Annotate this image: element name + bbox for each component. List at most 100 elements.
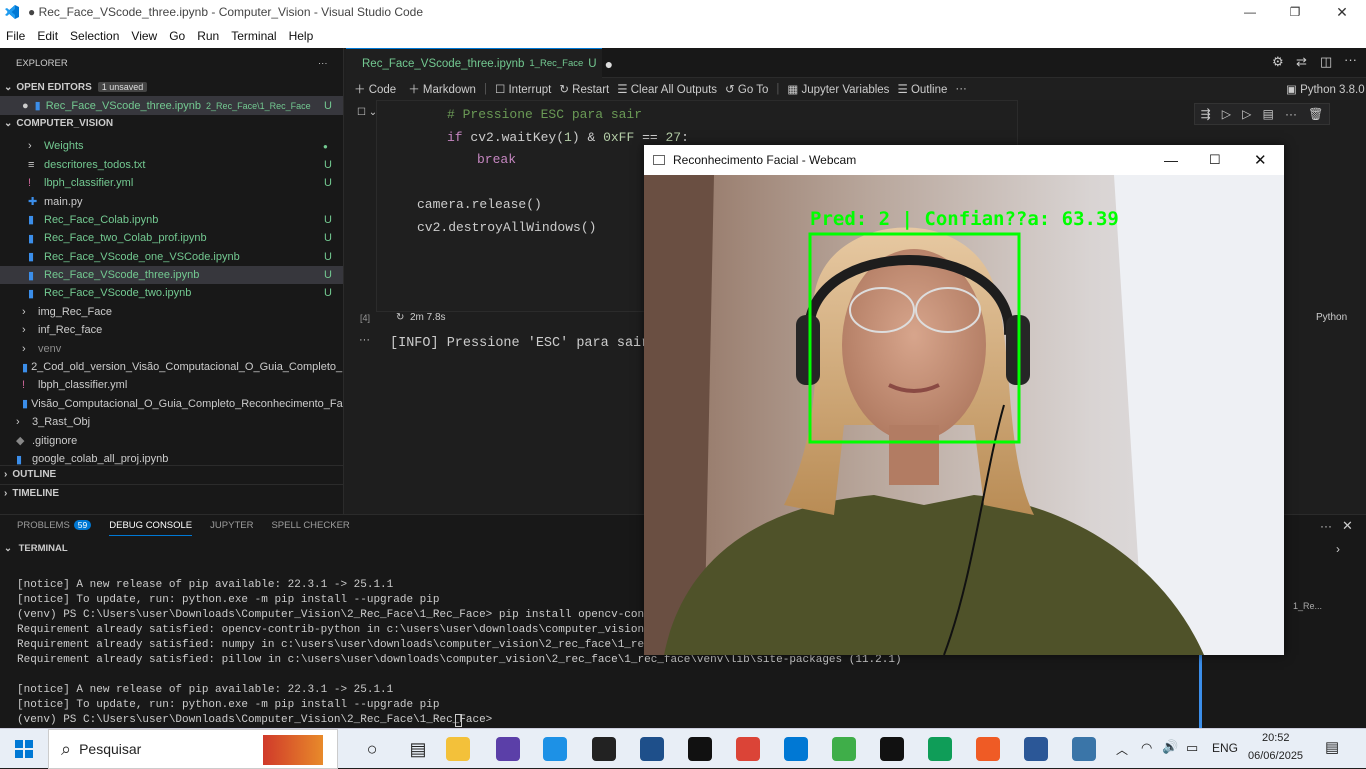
panel-close-icon[interactable]: ✕ bbox=[1342, 518, 1353, 534]
cell-more-icon[interactable]: ··· bbox=[1285, 107, 1297, 121]
webcam-maximize-button[interactable]: ☐ bbox=[1209, 152, 1221, 168]
taskbar-search[interactable]: ⌕ Pesquisar bbox=[48, 729, 338, 769]
tree-item[interactable]: ! lbph_classifier.yml bbox=[0, 376, 343, 394]
tree-item[interactable]: › img_Rec_Face bbox=[0, 303, 343, 321]
delete-cell-icon[interactable]: 🗑 bbox=[1308, 107, 1323, 121]
tray-chevron-icon[interactable]: ︿ bbox=[1116, 741, 1128, 758]
unsaved-dot-icon[interactable]: ● bbox=[605, 56, 613, 72]
webcam-window[interactable]: Reconhecimento Facial - Webcam — ☐ ✕ Pre… bbox=[644, 145, 1284, 655]
panel-more-icon[interactable]: ··· bbox=[1320, 519, 1332, 533]
word-icon[interactable] bbox=[1024, 737, 1048, 761]
run-below-icon[interactable]: ▷ bbox=[1242, 107, 1251, 121]
clock-time[interactable]: 20:52 bbox=[1262, 732, 1290, 744]
widgets-icon[interactable]: ▤ bbox=[406, 737, 430, 761]
run-by-line-icon[interactable]: ⇶ bbox=[1201, 107, 1211, 121]
restore-button[interactable]: ❐ bbox=[1283, 5, 1307, 19]
goto-button[interactable]: ↺ Go To bbox=[725, 82, 768, 96]
terminal-section[interactable]: ⌄ TERMINAL bbox=[4, 543, 68, 554]
app-icon[interactable] bbox=[832, 737, 856, 761]
project-section[interactable]: ⌄ COMPUTER_VISION bbox=[0, 115, 343, 133]
add-code-button[interactable]: ＋ Code bbox=[354, 81, 396, 97]
open-editors-section[interactable]: ⌄ OPEN EDITORS 1 unsaved bbox=[0, 78, 343, 96]
cell-language[interactable]: Python bbox=[1316, 312, 1347, 323]
windows-start-icon[interactable] bbox=[15, 740, 33, 758]
tree-item[interactable]: › inf_Rec_face bbox=[0, 321, 343, 339]
webcam-close-button[interactable]: ✕ bbox=[1254, 151, 1267, 169]
browser-icon[interactable] bbox=[496, 737, 520, 761]
postman-icon[interactable] bbox=[976, 737, 1000, 761]
task-view-icon[interactable]: ○ bbox=[360, 737, 384, 761]
tree-item[interactable]: ▮ Rec_Face_two_Colab_prof.ipynb U bbox=[0, 229, 343, 247]
kernel-picker[interactable]: ▣ Python 3.8.0 bbox=[1286, 82, 1365, 96]
game-icon[interactable] bbox=[592, 737, 616, 761]
network-icon[interactable]: ◠ bbox=[1141, 740, 1152, 756]
webcam-minimize-button[interactable]: — bbox=[1164, 152, 1178, 168]
explorer-more-icon[interactable]: ··· bbox=[318, 58, 328, 69]
battery-icon[interactable]: ▭ bbox=[1186, 740, 1198, 756]
settings-icon[interactable]: ⚙ bbox=[1272, 54, 1284, 70]
tree-item[interactable]: ▮ Rec_Face_Colab.ipynb U bbox=[0, 211, 343, 229]
minimize-button[interactable]: — bbox=[1238, 5, 1262, 19]
tree-item[interactable]: ▮ Rec_Face_VScode_two.ipynb U bbox=[0, 284, 343, 302]
add-markdown-button[interactable]: ＋ Markdown bbox=[408, 81, 476, 97]
pycharm-icon[interactable] bbox=[688, 737, 712, 761]
db-icon[interactable] bbox=[640, 737, 664, 761]
cell-collapse-icon[interactable]: ☐ ⌄ bbox=[357, 107, 377, 118]
expand-output-icon[interactable]: ··· bbox=[359, 334, 370, 346]
tree-item[interactable]: ▮ Rec_Face_VScode_three.ipynb U bbox=[0, 265, 343, 285]
toolbar-more-icon[interactable]: ··· bbox=[955, 83, 967, 95]
tree-item[interactable]: › Weights ● bbox=[0, 137, 343, 155]
panel-tab-debug-console[interactable]: DEBUG CONSOLE bbox=[109, 520, 193, 536]
outline-button[interactable]: ☰ Outline bbox=[897, 82, 947, 96]
menu-selection[interactable]: Selection bbox=[64, 29, 125, 43]
tree-item[interactable]: › 3_Rast_Obj bbox=[0, 413, 343, 431]
menu-go[interactable]: Go bbox=[163, 29, 191, 43]
chrome-profile-icon[interactable] bbox=[928, 737, 952, 761]
pycharm-ce-icon[interactable] bbox=[880, 737, 904, 761]
compare-icon[interactable]: ⇄ bbox=[1296, 54, 1307, 70]
terminal-line: [notice] A new release of pip available:… bbox=[17, 684, 394, 696]
jupyter-variables-button[interactable]: ▦ Jupyter Variables bbox=[787, 82, 889, 96]
clear-outputs-button[interactable]: ☰ Clear All Outputs bbox=[617, 82, 717, 96]
tree-item[interactable]: ▮ 2_Cod_old_version_Visão_Computacional_O… bbox=[0, 358, 343, 376]
language-indicator[interactable]: ENG bbox=[1212, 741, 1238, 755]
panel-tab-jupyter[interactable]: JUPYTER bbox=[210, 520, 253, 536]
open-editor-item[interactable]: ● ▮ Rec_Face_VScode_three.ipynb 2_Rec_Face\… bbox=[0, 96, 343, 115]
split-cell-icon[interactable]: ▤ bbox=[1263, 107, 1274, 121]
timeline-section[interactable]: › TIMELINE bbox=[0, 483, 343, 502]
tree-item[interactable]: ▮ Visão_Computacional_O_Guia_Completo_Rec… bbox=[0, 395, 343, 413]
tree-item[interactable]: ! lbph_classifier.yml U bbox=[0, 174, 343, 192]
menu-view[interactable]: View bbox=[125, 29, 163, 43]
tree-item[interactable]: ◆ .gitignore bbox=[0, 431, 343, 449]
interrupt-button[interactable]: ☐ Interrupt bbox=[495, 82, 551, 96]
panel-side-label[interactable]: 1_Re... bbox=[1293, 601, 1322, 611]
outline-section[interactable]: › OUTLINE bbox=[0, 465, 343, 483]
file-explorer-icon[interactable] bbox=[446, 737, 470, 761]
vscode-icon[interactable] bbox=[784, 737, 808, 761]
notifications-icon[interactable]: ▤ bbox=[1325, 738, 1339, 756]
docker-icon[interactable] bbox=[543, 737, 567, 761]
menu-file[interactable]: File bbox=[0, 29, 31, 43]
terminal-scrollbar[interactable] bbox=[1199, 655, 1202, 729]
menu-run[interactable]: Run bbox=[191, 29, 225, 43]
chrome-icon[interactable] bbox=[736, 737, 760, 761]
split-editor-icon[interactable]: ◫ bbox=[1320, 54, 1332, 70]
tree-item[interactable]: ▮ Rec_Face_VScode_one_VSCode.ipynb U bbox=[0, 248, 343, 266]
tree-item[interactable]: › venv bbox=[0, 339, 343, 357]
close-button[interactable]: ✕ bbox=[1330, 4, 1354, 21]
run-cell-icon[interactable]: ▷ bbox=[1222, 107, 1231, 121]
tab-rec-face-three[interactable]: Rec_Face_VScode_three.ipynb 1_Rec_Face U… bbox=[346, 48, 613, 78]
menu-terminal[interactable]: Terminal bbox=[225, 29, 282, 43]
menu-edit[interactable]: Edit bbox=[31, 29, 64, 43]
python-icon[interactable] bbox=[1072, 737, 1096, 761]
panel-tab-spell-checker[interactable]: SPELL CHECKER bbox=[271, 520, 349, 536]
volume-icon[interactable]: 🔊 bbox=[1162, 739, 1178, 755]
panel-chevron-icon[interactable]: › bbox=[1336, 542, 1340, 556]
restart-button[interactable]: ↻ Restart bbox=[559, 82, 609, 96]
menu-help[interactable]: Help bbox=[283, 29, 320, 43]
panel-tab-problems[interactable]: PROBLEMS 59 bbox=[17, 520, 92, 536]
clock-date[interactable]: 06/06/2025 bbox=[1248, 750, 1303, 762]
tree-item[interactable]: ≡ descritores_todos.txt U bbox=[0, 156, 343, 174]
more-actions-icon[interactable]: ··· bbox=[1344, 52, 1357, 67]
tree-item[interactable]: ✚ main.py bbox=[0, 192, 343, 210]
